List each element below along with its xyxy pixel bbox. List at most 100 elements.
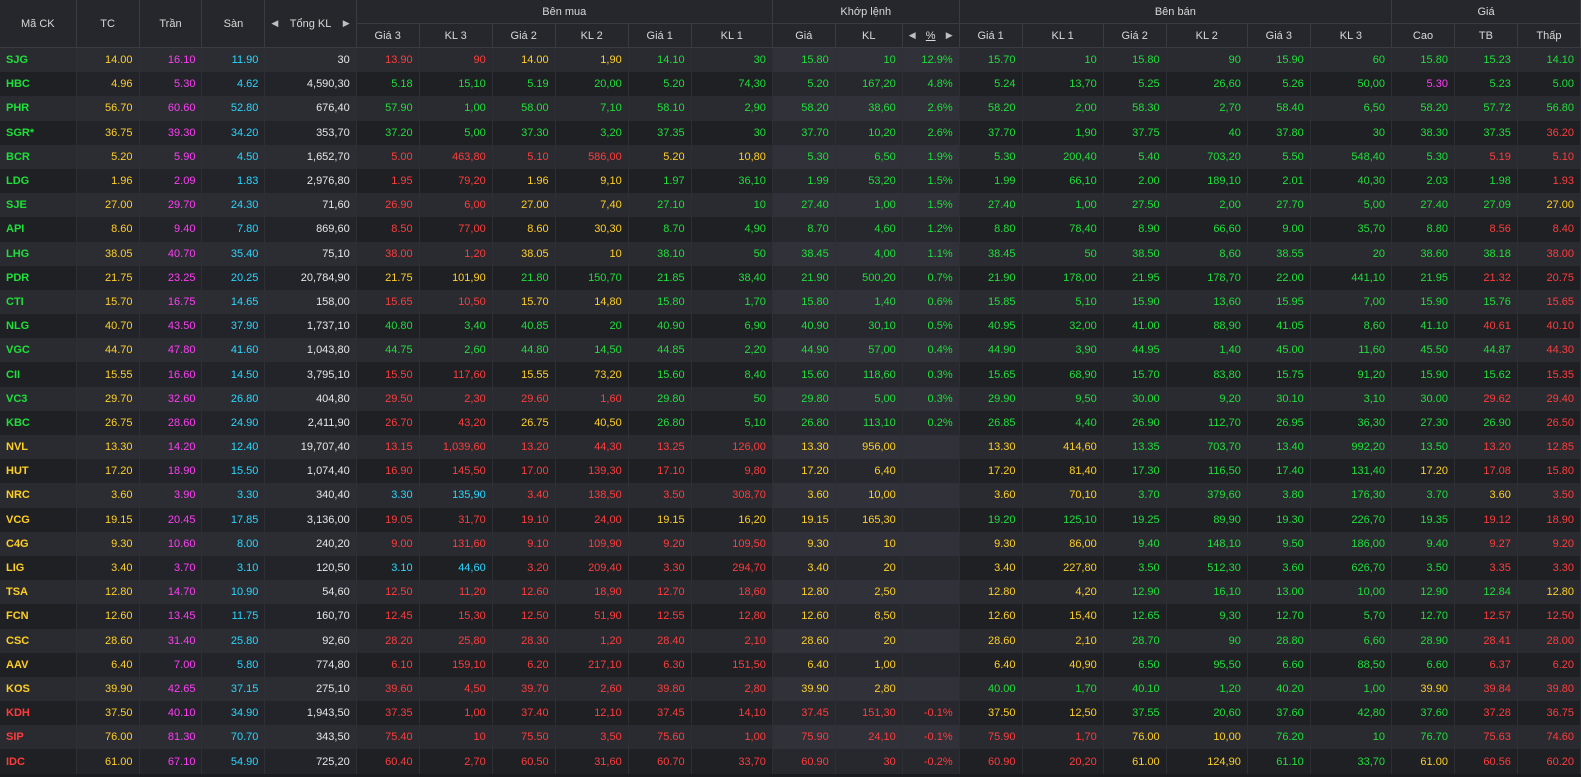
col-ref-header[interactable]: TC (76, 0, 140, 48)
table-row[interactable]: VCG 19.15 20.45 17.85 3,136,00 19.05 31,70 19.1… (0, 507, 1581, 532)
symbol-cell[interactable]: VC3 (0, 386, 77, 411)
sell-col-header[interactable]: Giá 3 (1247, 23, 1311, 48)
price-col-header[interactable]: Cao (1391, 23, 1455, 48)
symbol-cell[interactable]: SJG (0, 47, 77, 73)
symbol-cell[interactable]: SGR* (0, 120, 77, 145)
symbol-cell[interactable]: LDG (0, 168, 77, 194)
symbol-cell[interactable]: NLG (0, 314, 77, 339)
sell-col-header[interactable]: KL 1 (1022, 23, 1104, 48)
buy-cell: 40.90 (628, 314, 692, 339)
symbol-cell[interactable]: BCR (0, 144, 77, 169)
table-row[interactable]: SJG 14.00 16.10 11.90 30 13.90 90 14.00 1,90 14.1… (0, 47, 1581, 73)
table-row[interactable]: VC3 29.70 32.60 26.80 404,80 29.50 2,30 29.60 1,… (0, 386, 1581, 411)
sell-col-header[interactable]: Giá 1 (959, 23, 1023, 48)
col-ceil-header[interactable]: Trần (139, 0, 203, 48)
symbol-cell[interactable]: HBC (0, 72, 77, 97)
table-row[interactable]: LDG 1.96 2.09 1.83 2,976,80 1.95 79,20 1.96 9,10… (0, 168, 1581, 194)
table-row[interactable]: TSA 12.80 14.70 10.90 54,60 12.50 11,20 12.60 18… (0, 580, 1581, 605)
table-row[interactable]: PHR 56.70 60.60 52.80 676,40 57.90 1,00 58.00 7,… (0, 96, 1581, 121)
buy-cell: 7,40 (555, 193, 629, 218)
symbol-cell[interactable]: KDH (0, 701, 77, 726)
total-vol-cell: 92,60 (264, 628, 357, 653)
table-row[interactable]: AAV 6.40 7.00 5.80 774,80 6.10 159,10 6.20 217,1… (0, 652, 1581, 677)
symbol-cell[interactable]: CSC (0, 628, 77, 653)
price-col-header[interactable]: Thấp (1517, 23, 1581, 48)
table-row[interactable]: C4G 9.30 10.60 8.00 240,20 9.00 131,60 9.10 109,… (0, 531, 1581, 556)
buy-col-header[interactable]: Giá 1 (628, 23, 692, 48)
match-price-header[interactable]: Giá (772, 23, 836, 48)
table-row[interactable]: FCN 12.60 13.45 11.75 160,70 12.45 15,30 12.50 5… (0, 604, 1581, 629)
col-total-vol-header[interactable]: ◀ Tổng KL ▶ (264, 0, 357, 48)
match-percent-header[interactable]: ◀% ▶ (902, 23, 960, 48)
caret-right-icon[interactable]: ▶ (946, 30, 953, 41)
col-floor-header[interactable]: Sàn (201, 0, 266, 48)
table-row[interactable]: SIP 76.00 81.30 70.70 343,50 75.40 10 75.50 3,50… (0, 725, 1581, 750)
caret-right-icon[interactable]: ▶ (343, 18, 350, 29)
sell-col-header[interactable]: Giá 2 (1103, 23, 1167, 48)
table-row[interactable]: NRC 3.60 3.90 3.30 340,40 3.30 135,90 3.40 138,5… (0, 483, 1581, 508)
col-symbol-header[interactable]: Mã CK (0, 0, 77, 48)
symbol-cell[interactable]: CII (0, 362, 77, 387)
buy-col-header[interactable]: KL 2 (555, 23, 629, 48)
symbol-cell[interactable]: NRC (0, 483, 77, 508)
price-board: Mã CK TC Trần Sàn ◀ Tổng KL ▶ Bên mua Kh… (0, 0, 1581, 774)
table-row[interactable]: BCR 5.20 5.90 4.50 1,652,70 5.00 463,80 5.10 586… (0, 144, 1581, 169)
symbol-cell[interactable]: CTI (0, 289, 77, 315)
table-row[interactable]: API 8.60 9.40 7.80 869,60 8.50 77,00 8.60 30,30 8… (0, 217, 1581, 242)
sell-col-header[interactable]: KL 3 (1310, 23, 1393, 48)
symbol-cell[interactable]: LIG (0, 555, 77, 581)
ref-price-cell: 37.50 (76, 701, 140, 726)
table-row[interactable]: CII 15.55 16.60 14.50 3,795,10 15.50 117,60 15.… (0, 362, 1581, 387)
table-row[interactable]: KOS 39.90 42.65 37.15 275,10 39.60 4,50 39.70 2,… (0, 676, 1581, 702)
price-group-header: Giá (1391, 0, 1581, 24)
table-row[interactable]: VGC 44.70 47.80 41.60 1,043,80 44.75 2,60 44.80… (0, 338, 1581, 363)
table-row[interactable]: HUT 17.20 18.90 15.50 1,074,40 16.90 145,50 17.… (0, 459, 1581, 484)
table-row[interactable]: SJE 27.00 29.70 24.30 71,60 26.90 6,00 27.00 7,4… (0, 193, 1581, 218)
sell-col-header[interactable]: KL 2 (1166, 23, 1248, 48)
table-row[interactable]: LIG 3.40 3.70 3.10 120,50 3.10 44,60 3.20 209,40… (0, 555, 1581, 581)
table-row[interactable]: KDH 37.50 40.10 34.90 1,943,50 37.35 1,00 37.40… (0, 701, 1581, 726)
buy-cell: 12.70 (628, 580, 692, 605)
buy-col-header[interactable]: Giá 3 (356, 23, 420, 48)
symbol-cell[interactable]: HUT (0, 459, 77, 484)
table-row[interactable]: SGR* 36.75 39.30 34.20 353,70 37.20 5,00 37.30 3… (0, 120, 1581, 145)
symbol-cell[interactable]: VGC (0, 338, 77, 363)
table-row[interactable]: PDR 21.75 23.25 20.25 20,784,90 21.75 101,90 21… (0, 265, 1581, 290)
symbol-cell[interactable]: AAV (0, 652, 77, 677)
buy-cell: 1,00 (419, 96, 493, 121)
table-row[interactable]: NLG 40.70 43.50 37.90 1,737,10 40.80 3,40 40.85… (0, 314, 1581, 339)
buy-cell: 2,60 (419, 338, 493, 363)
match-vol-header[interactable]: KL (835, 23, 903, 48)
symbol-cell[interactable]: KBC (0, 410, 77, 435)
table-row[interactable]: HBC 4.96 5.30 4.62 4,590,30 5.18 15,10 5.19 20,0… (0, 72, 1581, 97)
symbol-cell[interactable]: C4G (0, 531, 77, 556)
caret-left-icon[interactable]: ◀ (909, 30, 916, 41)
symbol-cell[interactable]: SJE (0, 193, 77, 218)
symbol-cell[interactable]: LHG (0, 241, 77, 266)
buy-col-header[interactable]: KL 1 (691, 23, 773, 48)
symbol-cell[interactable]: PDR (0, 265, 77, 290)
symbol-cell[interactable]: VCG (0, 507, 77, 532)
table-row[interactable]: NVL 13.30 14.20 12.40 19,707,40 13.15 1,039,60… (0, 435, 1581, 460)
table-row[interactable]: IDC 61.00 67.10 54.90 725,20 60.40 2,70 60.50 31… (0, 749, 1581, 774)
table-row[interactable]: CSC 28.60 31.40 25.80 92,60 28.20 25,80 28.30 1,… (0, 628, 1581, 653)
table-row[interactable]: LHG 38.05 40.70 35.40 75,10 38.00 1,20 38.05 10 3… (0, 241, 1581, 266)
price-col-header[interactable]: TB (1454, 23, 1518, 48)
match-cell: 0.2% (902, 410, 960, 435)
symbol-cell[interactable]: NVL (0, 435, 77, 460)
sell-cell: 15.70 (1103, 362, 1167, 387)
symbol-cell[interactable]: FCN (0, 604, 77, 629)
symbol-cell[interactable]: IDC (0, 749, 77, 774)
buy-col-header[interactable]: Giá 2 (492, 23, 556, 48)
symbol-cell[interactable]: SIP (0, 725, 77, 750)
table-row[interactable]: CTI 15.70 16.75 14.65 158,00 15.65 10,50 15.70 1… (0, 289, 1581, 315)
symbol-cell[interactable]: KOS (0, 676, 77, 702)
floor-price-cell: 54.90 (201, 749, 266, 774)
symbol-cell[interactable]: PHR (0, 96, 77, 121)
sell-cell: 5.40 (1103, 144, 1167, 169)
symbol-cell[interactable]: TSA (0, 580, 77, 605)
caret-left-icon[interactable]: ◀ (271, 18, 278, 29)
table-row[interactable]: KBC 26.75 28.60 24.90 2,411,90 26.70 43,20 26.7… (0, 410, 1581, 435)
buy-col-header[interactable]: KL 3 (419, 23, 493, 48)
symbol-cell[interactable]: API (0, 217, 77, 242)
